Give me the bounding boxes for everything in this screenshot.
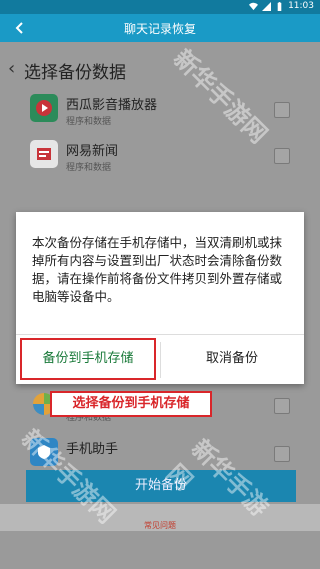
dialog-button-divider: [160, 342, 161, 378]
page-title: 聊天记录恢复: [123, 22, 196, 36]
annotation-callout: 选择备份到手机存储: [50, 391, 212, 417]
cancel-backup-button[interactable]: 取消备份: [164, 338, 300, 380]
signal-icon: [262, 1, 272, 11]
app-sub: 程序和数据: [66, 117, 112, 127]
app-name: 网易新闻: [66, 144, 119, 159]
chevron-left-icon[interactable]: ‹: [8, 58, 15, 79]
dialog-message: 本次备份存储在手机存储中，当双清刷机或抹掉所有内容与设置到出厂状态时会清除备份数…: [32, 235, 283, 304]
app-sub: 程序和数据: [66, 163, 112, 173]
app-checkbox[interactable]: [274, 398, 290, 414]
highlight-frame: [20, 338, 156, 380]
status-bar: 11:03: [0, 0, 320, 14]
status-icons: 11:03: [249, 1, 314, 11]
news-app-icon: [30, 140, 58, 168]
status-time: 11:03: [288, 1, 314, 11]
app-checkbox[interactable]: [274, 446, 290, 462]
watermelon-player-icon: [30, 94, 58, 122]
app-bar: 聊天记录恢复: [0, 14, 320, 42]
app-checkbox[interactable]: [274, 148, 290, 164]
battery-icon: [277, 1, 282, 11]
backup-to-phone-button[interactable]: 备份到手机存储: [20, 338, 156, 380]
dialog-divider: [16, 334, 304, 335]
app-name: 西瓜影音播放器: [66, 98, 158, 113]
section-title: 选择备份数据: [24, 63, 126, 83]
wifi-icon: [249, 2, 259, 10]
section-header: ‹ 选择备份数据: [0, 52, 320, 83]
app-checkbox[interactable]: [274, 102, 290, 118]
backup-dialog: 本次备份存储在手机存储中，当双清刷机或抹掉所有内容与设置到出厂状态时会清除备份数…: [16, 212, 304, 384]
